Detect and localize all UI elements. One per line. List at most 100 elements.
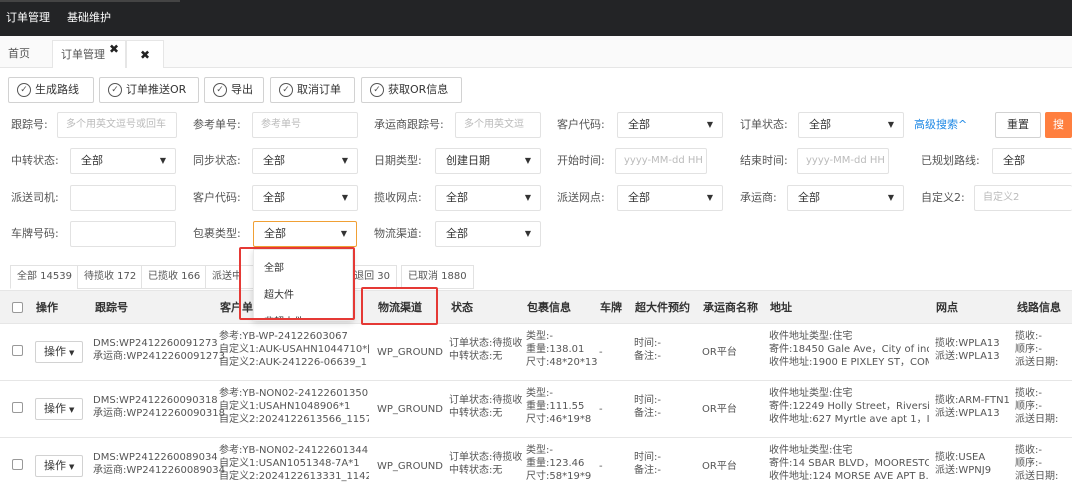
check-circle-icon: ✓ [17, 83, 31, 97]
row-operation-button[interactable]: 操作 ▼ [35, 398, 83, 420]
address-type: 收件地址类型:住宅 [769, 388, 853, 399]
nav-basic-maintenance[interactable]: 基础维护 [67, 0, 111, 36]
sender-address: 寄件:14 SBAR BLVD，MOORESTO... [769, 458, 929, 469]
address-cell: 收件地址类型:住宅 寄件:18450 Gale Ave，City of ind..… [769, 330, 929, 369]
address-type: 收件地址类型:住宅 [769, 331, 853, 342]
carrier-select[interactable]: 全部 ▼ [787, 185, 904, 211]
delivery-point: 派送:WPNJ9 [935, 465, 992, 476]
custom2-input[interactable]: 自定义2 [974, 185, 1072, 211]
package-type-select[interactable]: 全部 ▼ [253, 221, 357, 247]
transit-status-select[interactable]: 全部 ▼ [70, 148, 176, 174]
select-value: 全部 [446, 227, 468, 240]
note: 备注:- [634, 408, 661, 419]
carrier-no: 承运商:WP2412260090318 [93, 408, 225, 419]
date-type-select[interactable]: 创建日期 ▼ [435, 148, 541, 174]
delivery-point-select[interactable]: 全部 ▼ [617, 185, 723, 211]
top-navbar: 订单管理 基础维护 [0, 0, 1072, 36]
select-all-checkbox[interactable] [12, 302, 23, 313]
logistics-channel-label: 物流渠道: [374, 227, 422, 240]
select-value: 全部 [628, 118, 650, 131]
custom1: 自定义1:AUK-USAHN1044710*[1] [219, 344, 369, 355]
push-or-button[interactable]: ✓ 订单推送OR [99, 77, 199, 103]
export-button[interactable]: ✓ 导出 [204, 77, 264, 103]
row-checkbox[interactable] [12, 345, 23, 356]
button-label: 生成路线 [35, 83, 79, 96]
row-checkbox[interactable] [12, 459, 23, 470]
close-icon[interactable]: ✖ [109, 35, 119, 63]
tracking-cell: DMS:WP2412260089034 承运商:WP2412260089034 [93, 451, 225, 477]
recipient-address: 收件地址:1900 E PIXLEY ST，COM... [769, 357, 929, 368]
cancel-order-button[interactable]: ✓ 取消订单 [270, 77, 355, 103]
select-value: 全部 [809, 118, 831, 131]
time: 时间:- [634, 395, 661, 406]
table-row[interactable]: 操作 ▼ DMS:WP2412260090318 承运商:WP24122600903… [0, 381, 1072, 438]
row-checkbox[interactable] [12, 402, 23, 413]
status-tab-cancelled[interactable]: 已取消 1880 [401, 265, 474, 289]
button-label: 获取OR信息 [388, 83, 449, 96]
ref-no: 参考:YB-NON02-24122601344 [219, 445, 369, 456]
generate-route-button[interactable]: ✓ 生成路线 [8, 77, 94, 103]
channel-cell: WP_GROUND [377, 347, 443, 358]
ref-no-input[interactable]: 参考单号 [252, 112, 358, 138]
plate-no-label: 车牌号码: [11, 227, 59, 240]
advanced-search-link[interactable]: 高级搜索^ [914, 112, 967, 138]
button-label: 操作 [44, 459, 66, 472]
end-time-input[interactable]: yyyy-MM-dd HH [797, 148, 889, 174]
sync-status-select[interactable]: 全部 ▼ [252, 148, 358, 174]
ref-no-label: 参考单号: [193, 118, 241, 131]
carrier-cell: OR平台 [702, 347, 737, 358]
col-package-info: 包裹信息 [527, 301, 571, 314]
dms-no: DMS:WP2412260090318 [93, 395, 218, 406]
status-tab-picked-up[interactable]: 已揽收 166 [141, 265, 208, 289]
check-circle-icon: ✓ [108, 83, 122, 97]
route-cell: 揽收:- 顺序:- 派送日期: [1015, 387, 1072, 426]
select-value: 全部 [798, 191, 820, 204]
customer-code2-label: 客户代码: [193, 191, 241, 204]
nav-order-management[interactable]: 订单管理 [6, 0, 50, 36]
carrier-label: 承运商: [740, 191, 777, 204]
order-status: 订单状态:待揽收 [449, 452, 523, 463]
package-type-label: 包裹类型: [193, 227, 241, 240]
transit-status: 中转状态:无 [449, 351, 503, 362]
route-order: 顺序:- [1015, 458, 1042, 469]
driver-input[interactable] [70, 185, 176, 211]
tracking-cell: DMS:WP2412260091273 承运商:WP2412260091273 [93, 337, 225, 363]
order-status-select[interactable]: 全部 ▼ [798, 112, 904, 138]
ref-no: 参考:YB-WP-24122603067 [219, 331, 348, 342]
note: 备注:- [634, 465, 661, 476]
tab-order-management[interactable]: 订单管理 ✖ [52, 40, 126, 68]
row-operation-button[interactable]: 操作 ▼ [35, 341, 83, 363]
tracking-no-input[interactable]: 多个用英文逗号或回车 [57, 112, 177, 138]
close-icon[interactable]: ✖ [140, 48, 150, 62]
table-row[interactable]: 操作 ▼ DMS:WP2412260091273 承运商:WP24122600912… [0, 324, 1072, 381]
tab-home[interactable]: 首页 [0, 40, 38, 68]
customer-cell: 参考:YB-WP-24122603067 自定义1:AUK-USAHN104471… [219, 330, 369, 369]
weight: 重量:123.46 [526, 458, 585, 469]
sync-status-label: 同步状态: [193, 154, 241, 167]
logistics-channel-select[interactable]: 全部 ▼ [435, 221, 541, 247]
carrier-cell: OR平台 [702, 404, 737, 415]
caret-down-icon: ▼ [69, 463, 75, 471]
customer-code2-select[interactable]: 全部 ▼ [252, 185, 358, 211]
time: 时间:- [634, 338, 661, 349]
status-tab-pending-pickup[interactable]: 待揽收 172 [77, 265, 144, 289]
carrier-tracking-input[interactable]: 多个用英文逗 [455, 112, 541, 138]
oversize-cell: 时间:- 备注:- [634, 451, 661, 477]
row-operation-button[interactable]: 操作 ▼ [35, 455, 83, 477]
start-time-input[interactable]: yyyy-MM-dd HH [615, 148, 707, 174]
pickup-point-select[interactable]: 全部 ▼ [435, 185, 541, 211]
table-row[interactable]: 操作 ▼ DMS:WP2412260089034 承运商:WP24122600890… [0, 438, 1072, 488]
close-all-tab[interactable]: ✖ [126, 40, 164, 68]
reset-button[interactable]: 重置 [995, 112, 1041, 138]
size: 尺寸:46*19*8 [526, 414, 592, 425]
plate-no-input[interactable] [70, 221, 176, 247]
caret-down-icon: ▼ [706, 120, 713, 129]
planned-route-select[interactable]: 全部 [992, 148, 1072, 174]
route-date: 派送日期: [1015, 471, 1059, 482]
get-or-info-button[interactable]: ✓ 获取OR信息 [361, 77, 462, 103]
customer-code-select[interactable]: 全部 ▼ [617, 112, 723, 138]
caret-down-icon: ▼ [341, 156, 348, 165]
custom2-label: 自定义2: [921, 191, 965, 204]
search-button[interactable]: 搜 [1045, 112, 1072, 138]
status-tab-all[interactable]: 全部 14539 [10, 265, 79, 289]
